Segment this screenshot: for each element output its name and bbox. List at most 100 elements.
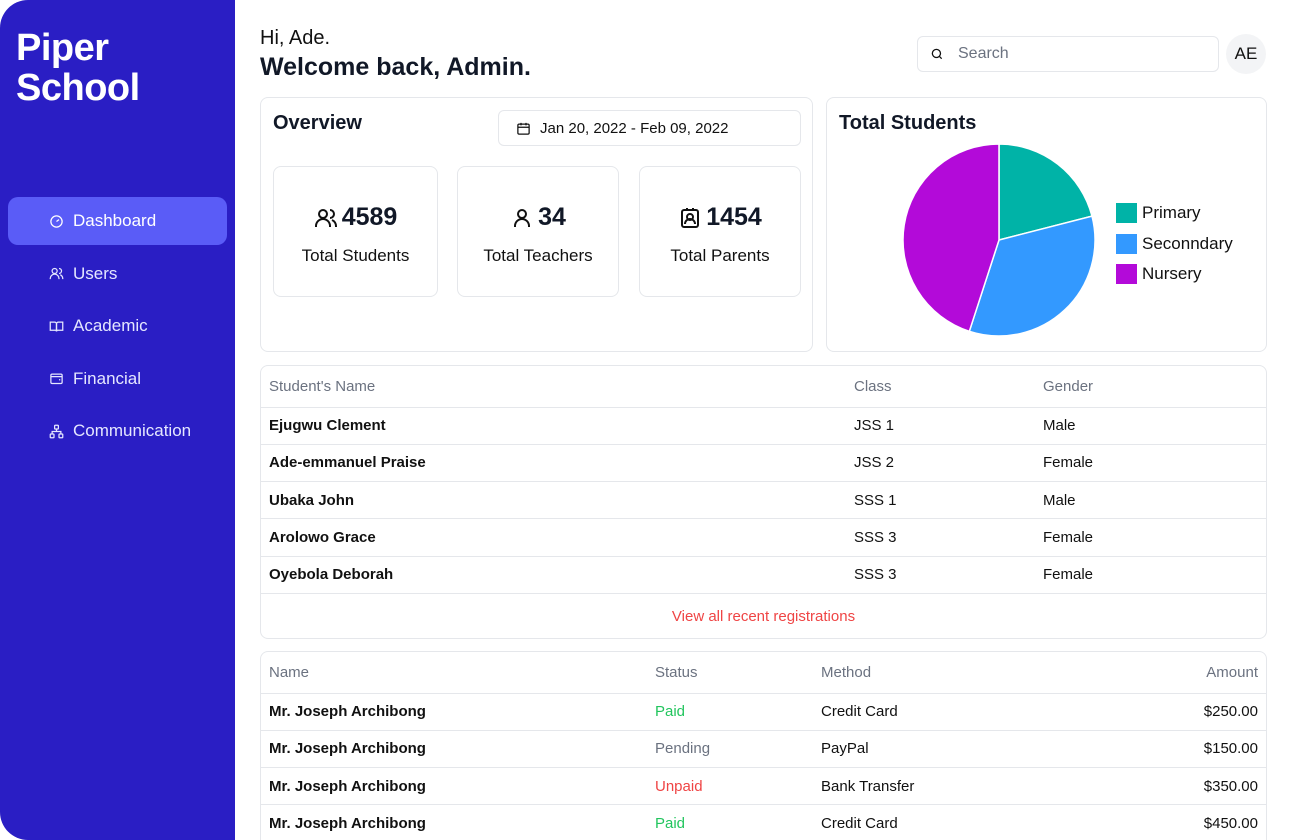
brand-logo[interactable]: Piper School [16,28,140,108]
brand-line-2: School [16,67,140,109]
student-gender: Female [1035,444,1266,483]
sidebar: Piper School Dashboard Users Academic Fi… [0,0,235,840]
sidebar-item-label: Communication [73,421,192,440]
legend-swatch [1116,203,1137,224]
table-row[interactable]: Mr. Joseph Archibong Paid Credit Card $250.… [261,693,1266,731]
sidebar-item-dashboard[interactable]: Dashboard [8,197,227,245]
stat-card-students: 4589 Total Students [273,166,438,297]
payment-method: PayPal [813,730,1081,769]
payment-status: Unpaid [647,767,813,806]
payer-name: Mr. Joseph Archibong [261,767,647,806]
table-row[interactable]: Mr. Joseph Archibong Pending PayPal $150.00 [261,730,1266,769]
table-row[interactable]: Mr. Joseph Archibong Paid Credit Card $450.… [261,804,1266,840]
student-name: Ejugwu Clement [261,407,846,445]
sidebar-item-communication[interactable]: Communication [8,407,227,455]
network-icon [48,423,64,439]
student-gender: Male [1035,407,1266,445]
payments-table: Name Status Method Amount Mr. Joseph Arc… [261,652,1266,840]
payer-name: Mr. Joseph Archibong [261,693,647,731]
overview-card: Overview Jan 20, 2022 - Feb 09, 2022 458… [260,97,813,352]
payment-amount: $250.00 [1080,693,1266,731]
sidebar-item-financial[interactable]: Financial [8,355,227,403]
avatar[interactable]: AE [1226,34,1266,74]
gauge-icon [48,213,64,229]
date-range-text: Jan 20, 2022 - Feb 09, 2022 [540,119,729,137]
payment-status: Paid [647,804,813,840]
column-header[interactable]: Class [846,366,1035,408]
student-gender: Female [1035,518,1266,557]
payment-status: Pending [647,730,813,769]
user-icon [514,208,531,227]
sidebar-item-label: Financial [73,368,142,388]
student-class: JSS 1 [846,407,1035,445]
column-header[interactable]: Student's Name [261,366,846,408]
users-icon [314,208,337,227]
payment-method: Credit Card [813,693,1081,731]
table-row[interactable]: Ejugwu Clement JSS 1 Male [261,407,1266,445]
total-students-card: Total Students Primary Seconndary Nurser… [826,97,1267,352]
student-name: Arolowo Grace [261,518,846,557]
student-name: Ubaka John [261,481,846,520]
student-name: Oyebola Deborah [261,556,846,594]
payments-card: Name Status Method Amount Mr. Joseph Arc… [260,651,1267,840]
column-header[interactable]: Status [647,652,813,694]
wallet-icon [48,371,64,387]
table-header-row: Student's Name Class Gender [261,366,1266,408]
legend-label: Primary [1142,203,1201,223]
column-header[interactable]: Amount [1080,652,1266,694]
table-row[interactable]: Mr. Joseph Archibong Unpaid Bank Transfer $… [261,767,1266,806]
book-icon [48,318,64,334]
sidebar-item-label: Users [73,263,118,283]
search-icon [931,48,943,60]
legend-label: Nursery [1142,264,1202,284]
student-class: SSS 3 [846,518,1035,557]
users-icon [48,266,64,282]
sidebar-item-label: Dashboard [73,211,157,230]
legend-item-nursery: Nursery [1116,259,1233,290]
legend-swatch [1116,233,1137,254]
legend-swatch [1116,264,1137,285]
pie-chart [902,143,1096,337]
brand-line-1: Piper [16,27,109,69]
table-row[interactable]: Arolowo Grace SSS 3 Female [261,518,1266,557]
column-header[interactable]: Name [261,652,647,694]
table-header-row: Name Status Method Amount [261,652,1266,694]
student-class: SSS 3 [846,556,1035,594]
search-box[interactable] [917,36,1219,72]
date-range-picker[interactable]: Jan 20, 2022 - Feb 09, 2022 [498,110,801,146]
student-gender: Female [1035,556,1266,594]
greeting: Hi, Ade. Welcome back, Admin. [260,26,531,83]
legend-item-primary: Primary [1116,198,1233,229]
recent-registrations-card: Student's Name Class Gender Ejugwu Cleme… [260,365,1267,639]
column-header[interactable]: Method [813,652,1081,694]
registrations-table: Student's Name Class Gender Ejugwu Cleme… [261,366,1266,594]
sidebar-item-academic[interactable]: Academic [8,302,227,350]
stat-label: Total Teachers [483,246,593,265]
legend-label: Seconndary [1142,233,1233,253]
table-row[interactable]: Ade-emmanuel Praise JSS 2 Female [261,444,1266,483]
stat-value: 34 [538,203,566,231]
sidebar-item-users[interactable]: Users [8,250,227,298]
payment-method: Bank Transfer [813,767,1081,806]
payment-method: Credit Card [813,804,1081,840]
stat-card-teachers: 34 Total Teachers [457,166,619,297]
greeting-text: Hi, Ade. [260,27,331,49]
table-row[interactable]: Ubaka John SSS 1 Male [261,481,1266,520]
student-gender: Male [1035,481,1266,520]
payer-name: Mr. Joseph Archibong [261,804,647,840]
chart-legend: Primary Seconndary Nursery [1116,198,1233,290]
student-class: SSS 1 [846,481,1035,520]
payment-amount: $150.00 [1080,730,1266,769]
payment-amount: $450.00 [1080,804,1266,840]
stat-label: Total Parents [670,246,770,265]
table-row[interactable]: Oyebola Deborah SSS 3 Female [261,556,1266,594]
stat-value: 4589 [341,203,398,231]
view-all-registrations-link[interactable]: View all recent registrations [261,594,1266,638]
column-header[interactable]: Gender [1035,366,1266,408]
student-name: Ade-emmanuel Praise [261,444,846,483]
contact-icon [681,207,700,228]
payment-status: Paid [647,693,813,731]
payment-amount: $350.00 [1080,767,1266,806]
page-title: Welcome back, Admin. [260,53,531,81]
search-input[interactable] [958,45,1198,63]
